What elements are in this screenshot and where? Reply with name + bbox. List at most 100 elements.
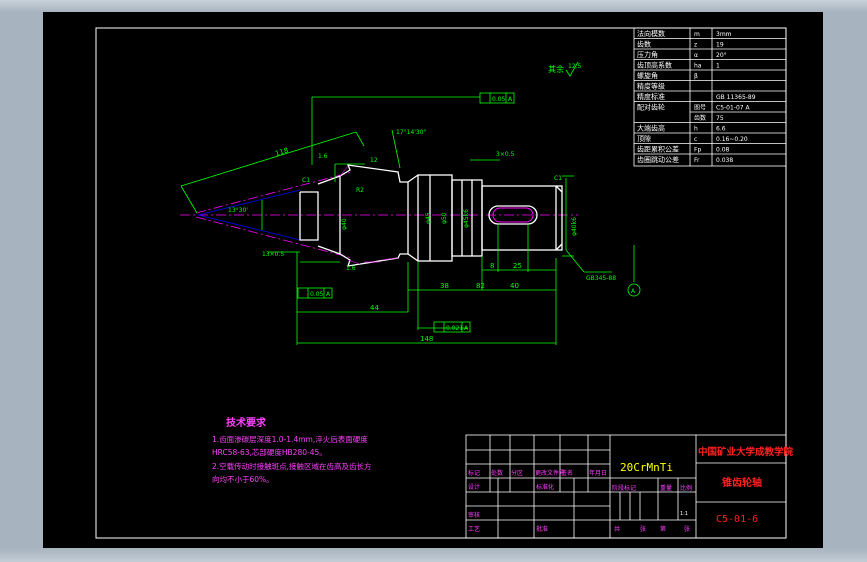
- window-top-bar: [0, 0, 867, 12]
- datum-label: A: [631, 288, 636, 295]
- tb-label-count: 处数: [491, 469, 503, 477]
- tb-label-zone: 分区: [511, 469, 523, 477]
- param-name: 精度等级: [637, 82, 665, 91]
- tech-line-4: 向均不小于60%。: [212, 474, 274, 484]
- dim-148: 148: [420, 335, 433, 343]
- param-name: 齿数: [637, 40, 651, 49]
- param-name: 顶隙: [637, 134, 651, 143]
- param-name: 齿圈跳动公差: [637, 155, 679, 164]
- param-name: 大端齿高: [637, 124, 665, 133]
- dim-c1-b: C1: [554, 175, 562, 182]
- gear-parameter-rows: 法向模数 m 3mm 齿数 z 19 压力角 α 20° 齿顶高系数 ha 1 螺旋角 β 精度等级精度标准…: [637, 29, 756, 164]
- dim-1-6-a: 1.6: [318, 153, 328, 160]
- tech-line-3: 2.空载传动时接触斑点,接触区域在齿高及齿长方: [212, 461, 372, 471]
- param-value: 0.038: [716, 157, 733, 164]
- param-value: 3mm: [716, 31, 732, 38]
- tb-label-design: 设计: [468, 483, 480, 491]
- tb-label-weight: 重量: [660, 484, 672, 492]
- param-name: 法向模数: [637, 29, 665, 38]
- datum-ref-3: A: [464, 325, 469, 332]
- param-value: C5-01-07 A: [716, 105, 751, 112]
- dim-dia-40k6: φ40k6: [571, 217, 578, 236]
- dim-r2: R2: [356, 187, 364, 194]
- param-value: 0.08: [716, 147, 730, 154]
- tb-label-approve: 批准: [536, 525, 548, 533]
- tech-line-2: HRC58-63,芯部硬度HB280-45。: [212, 447, 327, 457]
- param-value: 1: [716, 63, 720, 70]
- tech-line-1: 1.齿面渗碳层深度1.0-1.4mm,淬火后表面硬度: [212, 434, 368, 444]
- dim-38: 38: [440, 282, 449, 290]
- param-value: 19: [716, 42, 724, 49]
- param-symbol: 齿数: [694, 114, 706, 122]
- dim-3x05: 3×0.5: [496, 151, 515, 158]
- param-symbol: h: [694, 126, 698, 133]
- roughness-note: 其余: [548, 64, 564, 74]
- tb-label-mark: 标记: [468, 469, 480, 477]
- param-symbol: ha: [694, 63, 702, 70]
- param-symbol: z: [694, 42, 697, 49]
- param-name: 齿距累积公差: [637, 145, 679, 154]
- tb-label-sheets: 张: [640, 525, 646, 533]
- tb-label-total: 共: [614, 525, 620, 533]
- param-symbol: Fr: [694, 157, 700, 164]
- datum-ref-2: A: [326, 291, 331, 298]
- dim-25: 25: [513, 262, 522, 270]
- dim-118: 118: [274, 146, 289, 158]
- param-name: 齿顶高系数: [637, 61, 672, 70]
- tb-label-sheet: 张: [684, 525, 690, 533]
- dim-12: 12: [370, 157, 378, 164]
- dim-c1: C1: [302, 177, 310, 184]
- roughness-value: 12.5: [568, 63, 582, 70]
- param-symbol: c: [694, 136, 697, 143]
- param-value: 20°: [716, 52, 727, 59]
- dim-13x05: 13×0.5: [262, 251, 284, 258]
- param-name: 螺旋角: [637, 71, 658, 80]
- param-value: 75: [716, 115, 724, 122]
- tech-requirements-title: 技术要求: [226, 416, 267, 429]
- param-symbol: Fp: [694, 147, 701, 154]
- dim-40: 40: [510, 282, 519, 290]
- param-symbol: β: [694, 73, 698, 80]
- tb-label-scale: 比例: [680, 484, 692, 492]
- dim-8: 8: [490, 262, 494, 270]
- param-name: 精度标准: [637, 92, 665, 101]
- dim-angle-1: 13°30': [228, 207, 248, 214]
- dim-dia-50: φ50: [441, 212, 448, 224]
- tolerance-1: 0.05: [492, 96, 506, 103]
- scale-value: 1:1: [680, 511, 688, 517]
- param-value: 6.6: [716, 126, 726, 133]
- tb-label-standardize: 标准化: [536, 483, 554, 491]
- school-name: 中国矿业大学成教学院: [698, 446, 794, 458]
- param-name: 配对齿轮: [637, 103, 665, 112]
- dim-44: 44: [370, 304, 379, 312]
- dim-1-6-b: 1.6: [346, 265, 356, 272]
- tolerance-3: 0.021: [446, 325, 463, 332]
- drawing-number: C5-01-6: [716, 514, 758, 525]
- param-name: 压力角: [637, 50, 658, 59]
- tb-label-process: 工艺: [468, 525, 480, 533]
- tb-label-review: 审核: [468, 511, 480, 519]
- datum-ref-1: A: [508, 96, 513, 103]
- tb-label-stage: 阶段标记: [612, 484, 636, 492]
- part-name: 锥齿轮轴: [722, 476, 762, 489]
- window-bottom-bar: [0, 548, 867, 562]
- tolerance-2: 0.05: [310, 291, 324, 298]
- dim-dia-40: φ40: [341, 218, 348, 230]
- param-value: GB 11365-89: [716, 94, 756, 101]
- tb-label-date: 年月日: [589, 469, 607, 477]
- param-value: 0.16~0.20: [716, 136, 748, 143]
- key-standard: GB345-88: [586, 275, 616, 282]
- cad-drawing-canvas[interactable]: 法向模数 m 3mm 齿数 z 19 压力角 α 20° 齿顶高系数 ha 1 螺旋角 β 精度等级 精度标准…: [43, 12, 823, 548]
- tech-requirements-lines: 1.齿面渗碳层深度1.0-1.4mm,淬火后表面硬度 HRC58-63,芯部硬度…: [212, 434, 372, 484]
- param-symbol: m: [694, 31, 700, 38]
- tb-label-no: 第: [660, 525, 666, 533]
- material-name: 20CrMnTi: [620, 461, 673, 474]
- dim-dia-45: φ45: [425, 212, 432, 224]
- drawing-svg: 法向模数 m 3mm 齿数 z 19 压力角 α 20° 齿顶高系数 ha 1 螺旋角 β 精度等级精度标准…: [95, 27, 794, 539]
- dim-angle-2: 17°14'30": [396, 129, 427, 136]
- title-block-labels: 标记 处数 分区 更改文件号 签名 年月日 阶段标记 重量 比例 设计 标准化 …: [468, 469, 692, 533]
- dim-82: 82: [476, 282, 485, 290]
- dim-dia-45k6: φ45k6: [463, 209, 470, 228]
- param-symbol: 图号: [694, 105, 706, 112]
- param-symbol: α: [694, 52, 698, 59]
